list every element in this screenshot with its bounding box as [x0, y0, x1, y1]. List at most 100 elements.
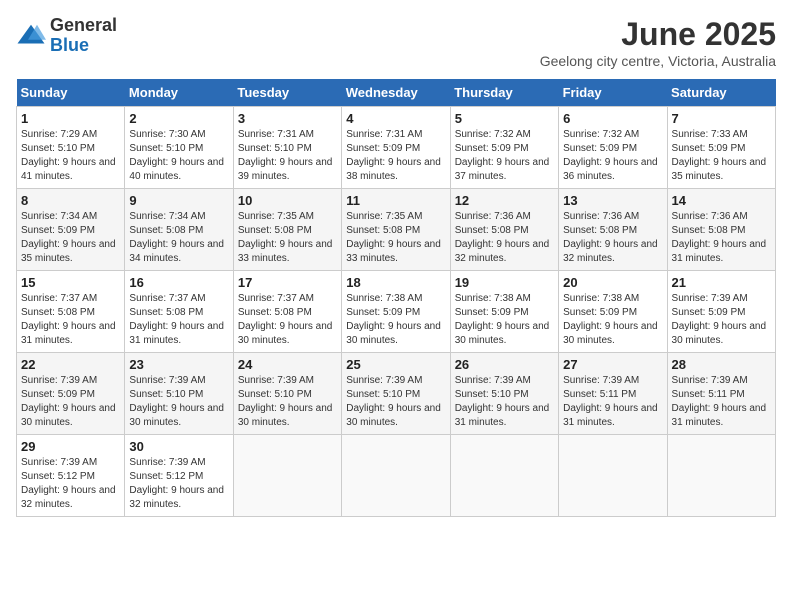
- table-cell: [450, 435, 558, 517]
- calendar-table: Sunday Monday Tuesday Wednesday Thursday…: [16, 79, 776, 517]
- col-monday: Monday: [125, 79, 233, 107]
- day-number: 3: [238, 111, 337, 126]
- table-cell: 7 Sunrise: 7:33 AMSunset: 5:09 PMDayligh…: [667, 107, 775, 189]
- day-info: Sunrise: 7:36 AMSunset: 5:08 PMDaylight:…: [672, 211, 767, 264]
- table-cell: 14 Sunrise: 7:36 AMSunset: 5:08 PMDaylig…: [667, 189, 775, 271]
- table-cell: 16 Sunrise: 7:37 AMSunset: 5:08 PMDaylig…: [125, 271, 233, 353]
- table-cell: 30 Sunrise: 7:39 AMSunset: 5:12 PMDaylig…: [125, 435, 233, 517]
- calendar-subtitle: Geelong city centre, Victoria, Australia: [540, 53, 776, 69]
- col-tuesday: Tuesday: [233, 79, 341, 107]
- table-cell: 24 Sunrise: 7:39 AMSunset: 5:10 PMDaylig…: [233, 353, 341, 435]
- day-info: Sunrise: 7:31 AMSunset: 5:09 PMDaylight:…: [346, 129, 441, 182]
- day-info: Sunrise: 7:38 AMSunset: 5:09 PMDaylight:…: [563, 293, 658, 346]
- table-cell: 28 Sunrise: 7:39 AMSunset: 5:11 PMDaylig…: [667, 353, 775, 435]
- day-info: Sunrise: 7:39 AMSunset: 5:10 PMDaylight:…: [129, 375, 224, 428]
- table-cell: 11 Sunrise: 7:35 AMSunset: 5:08 PMDaylig…: [342, 189, 450, 271]
- day-number: 8: [21, 193, 120, 208]
- day-number: 27: [563, 357, 662, 372]
- day-number: 23: [129, 357, 228, 372]
- day-number: 25: [346, 357, 445, 372]
- table-cell: 27 Sunrise: 7:39 AMSunset: 5:11 PMDaylig…: [559, 353, 667, 435]
- col-sunday: Sunday: [17, 79, 125, 107]
- day-info: Sunrise: 7:35 AMSunset: 5:08 PMDaylight:…: [346, 211, 441, 264]
- day-info: Sunrise: 7:34 AMSunset: 5:08 PMDaylight:…: [129, 211, 224, 264]
- table-cell: 8 Sunrise: 7:34 AMSunset: 5:09 PMDayligh…: [17, 189, 125, 271]
- day-number: 5: [455, 111, 554, 126]
- header-row: Sunday Monday Tuesday Wednesday Thursday…: [17, 79, 776, 107]
- table-cell: 15 Sunrise: 7:37 AMSunset: 5:08 PMDaylig…: [17, 271, 125, 353]
- day-info: Sunrise: 7:38 AMSunset: 5:09 PMDaylight:…: [346, 293, 441, 346]
- table-cell: 13 Sunrise: 7:36 AMSunset: 5:08 PMDaylig…: [559, 189, 667, 271]
- day-info: Sunrise: 7:39 AMSunset: 5:12 PMDaylight:…: [21, 457, 116, 510]
- table-cell: 29 Sunrise: 7:39 AMSunset: 5:12 PMDaylig…: [17, 435, 125, 517]
- table-cell: [233, 435, 341, 517]
- day-number: 2: [129, 111, 228, 126]
- day-number: 16: [129, 275, 228, 290]
- day-info: Sunrise: 7:39 AMSunset: 5:11 PMDaylight:…: [672, 375, 767, 428]
- table-row: 15 Sunrise: 7:37 AMSunset: 5:08 PMDaylig…: [17, 271, 776, 353]
- day-info: Sunrise: 7:39 AMSunset: 5:10 PMDaylight:…: [346, 375, 441, 428]
- table-cell: 9 Sunrise: 7:34 AMSunset: 5:08 PMDayligh…: [125, 189, 233, 271]
- day-number: 12: [455, 193, 554, 208]
- table-cell: 22 Sunrise: 7:39 AMSunset: 5:09 PMDaylig…: [17, 353, 125, 435]
- table-cell: 21 Sunrise: 7:39 AMSunset: 5:09 PMDaylig…: [667, 271, 775, 353]
- day-number: 26: [455, 357, 554, 372]
- day-number: 19: [455, 275, 554, 290]
- day-number: 15: [21, 275, 120, 290]
- logo-blue: Blue: [50, 36, 117, 56]
- day-info: Sunrise: 7:34 AMSunset: 5:09 PMDaylight:…: [21, 211, 116, 264]
- day-info: Sunrise: 7:37 AMSunset: 5:08 PMDaylight:…: [129, 293, 224, 346]
- day-info: Sunrise: 7:32 AMSunset: 5:09 PMDaylight:…: [455, 129, 550, 182]
- day-number: 13: [563, 193, 662, 208]
- day-number: 14: [672, 193, 771, 208]
- logo-text: General Blue: [50, 16, 117, 56]
- day-info: Sunrise: 7:39 AMSunset: 5:09 PMDaylight:…: [21, 375, 116, 428]
- table-cell: 2 Sunrise: 7:30 AMSunset: 5:10 PMDayligh…: [125, 107, 233, 189]
- table-cell: 20 Sunrise: 7:38 AMSunset: 5:09 PMDaylig…: [559, 271, 667, 353]
- day-number: 1: [21, 111, 120, 126]
- logo-icon: [16, 21, 46, 51]
- table-row: 1 Sunrise: 7:29 AMSunset: 5:10 PMDayligh…: [17, 107, 776, 189]
- day-info: Sunrise: 7:36 AMSunset: 5:08 PMDaylight:…: [563, 211, 658, 264]
- table-cell: 26 Sunrise: 7:39 AMSunset: 5:10 PMDaylig…: [450, 353, 558, 435]
- day-number: 4: [346, 111, 445, 126]
- col-saturday: Saturday: [667, 79, 775, 107]
- day-number: 6: [563, 111, 662, 126]
- day-number: 20: [563, 275, 662, 290]
- table-cell: 3 Sunrise: 7:31 AMSunset: 5:10 PMDayligh…: [233, 107, 341, 189]
- col-thursday: Thursday: [450, 79, 558, 107]
- table-cell: 5 Sunrise: 7:32 AMSunset: 5:09 PMDayligh…: [450, 107, 558, 189]
- table-cell: 25 Sunrise: 7:39 AMSunset: 5:10 PMDaylig…: [342, 353, 450, 435]
- table-cell: 18 Sunrise: 7:38 AMSunset: 5:09 PMDaylig…: [342, 271, 450, 353]
- day-number: 28: [672, 357, 771, 372]
- table-cell: [667, 435, 775, 517]
- col-wednesday: Wednesday: [342, 79, 450, 107]
- title-section: June 2025 Geelong city centre, Victoria,…: [540, 16, 776, 69]
- table-row: 8 Sunrise: 7:34 AMSunset: 5:09 PMDayligh…: [17, 189, 776, 271]
- day-info: Sunrise: 7:38 AMSunset: 5:09 PMDaylight:…: [455, 293, 550, 346]
- table-row: 22 Sunrise: 7:39 AMSunset: 5:09 PMDaylig…: [17, 353, 776, 435]
- table-cell: 12 Sunrise: 7:36 AMSunset: 5:08 PMDaylig…: [450, 189, 558, 271]
- table-cell: 4 Sunrise: 7:31 AMSunset: 5:09 PMDayligh…: [342, 107, 450, 189]
- day-info: Sunrise: 7:37 AMSunset: 5:08 PMDaylight:…: [238, 293, 333, 346]
- day-number: 7: [672, 111, 771, 126]
- table-cell: 6 Sunrise: 7:32 AMSunset: 5:09 PMDayligh…: [559, 107, 667, 189]
- calendar-title: June 2025: [540, 16, 776, 53]
- table-cell: 1 Sunrise: 7:29 AMSunset: 5:10 PMDayligh…: [17, 107, 125, 189]
- day-info: Sunrise: 7:39 AMSunset: 5:12 PMDaylight:…: [129, 457, 224, 510]
- day-info: Sunrise: 7:31 AMSunset: 5:10 PMDaylight:…: [238, 129, 333, 182]
- logo: General Blue: [16, 16, 117, 56]
- day-number: 17: [238, 275, 337, 290]
- table-cell: 17 Sunrise: 7:37 AMSunset: 5:08 PMDaylig…: [233, 271, 341, 353]
- day-info: Sunrise: 7:29 AMSunset: 5:10 PMDaylight:…: [21, 129, 116, 182]
- day-number: 21: [672, 275, 771, 290]
- day-info: Sunrise: 7:39 AMSunset: 5:10 PMDaylight:…: [455, 375, 550, 428]
- day-info: Sunrise: 7:32 AMSunset: 5:09 PMDaylight:…: [563, 129, 658, 182]
- day-number: 24: [238, 357, 337, 372]
- day-info: Sunrise: 7:39 AMSunset: 5:10 PMDaylight:…: [238, 375, 333, 428]
- day-number: 30: [129, 439, 228, 454]
- day-number: 10: [238, 193, 337, 208]
- day-number: 18: [346, 275, 445, 290]
- day-number: 11: [346, 193, 445, 208]
- table-cell: [559, 435, 667, 517]
